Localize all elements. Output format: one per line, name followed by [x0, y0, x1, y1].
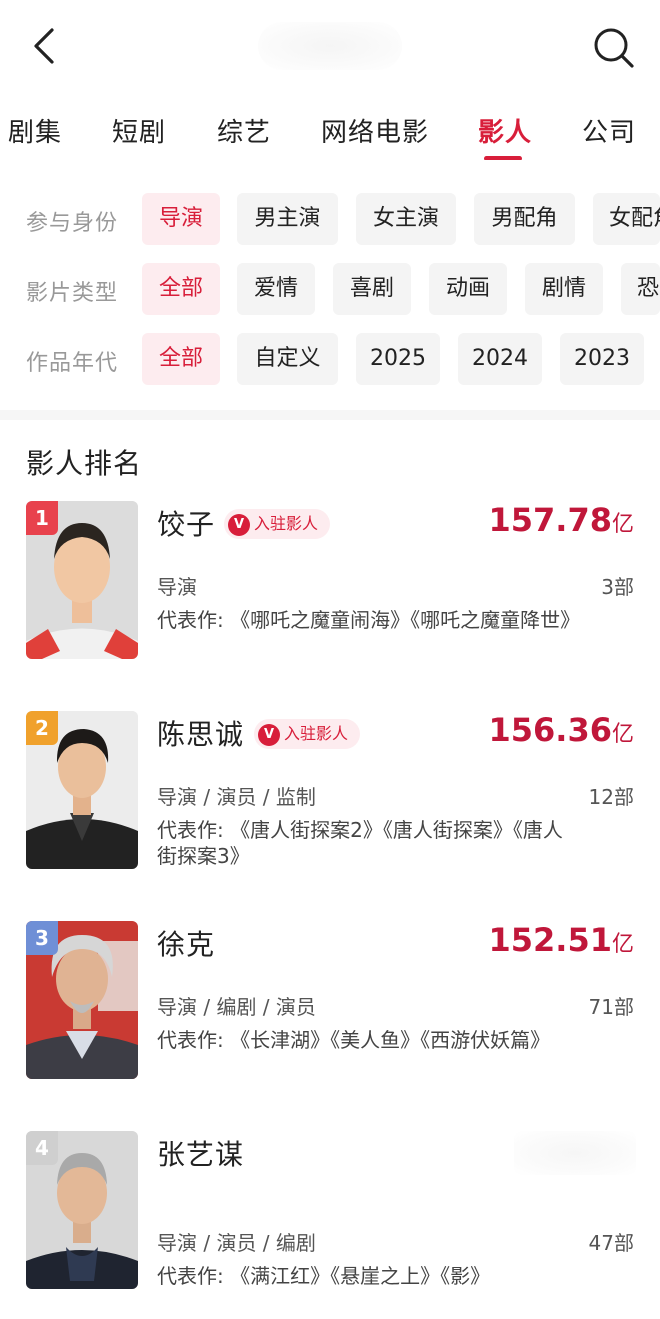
verified-icon: V: [258, 724, 280, 746]
filter-label: 参与身份: [26, 211, 119, 236]
filter-chip-lead-actress[interactable]: 女主演: [356, 193, 456, 245]
filter-chip-drama[interactable]: 剧情: [525, 263, 603, 315]
tab-series[interactable]: 剧集: [8, 112, 62, 149]
work-count: 47部: [588, 1231, 634, 1255]
tab-variety[interactable]: 综艺: [217, 112, 271, 149]
category-tabs: 剧集 短剧 综艺 网络电影 影人 公司: [0, 100, 660, 160]
person-name: 徐克: [157, 928, 216, 961]
person-roles: 导演 / 编剧 / 演员: [157, 995, 316, 1019]
person-name: 陈思诚: [157, 718, 245, 751]
filter-chip-2023[interactable]: 2023: [560, 333, 644, 385]
box-office-value: 156.36: [488, 711, 612, 749]
filter-chip-supporting-actor[interactable]: 男配角: [474, 193, 575, 245]
page-title-blurred: [258, 22, 402, 70]
filter-panel: 参与身份 导演 男主演 女主演 男配角 女配角 影片类型 全部 爱情 喜剧 动画…: [0, 190, 660, 400]
work-count: 71部: [588, 995, 634, 1019]
search-icon[interactable]: [590, 24, 636, 70]
filter-chip-custom[interactable]: 自定义: [237, 333, 338, 385]
filter-chip-horror[interactable]: 恐怖: [621, 263, 660, 315]
filter-chip-2024[interactable]: 2024: [458, 333, 542, 385]
rank-badge: 2: [26, 711, 58, 745]
filter-chip-all-years[interactable]: 全部: [142, 333, 220, 385]
person-name: 张艺谋: [157, 1138, 245, 1171]
person-name: 饺子: [157, 508, 216, 541]
filter-chip-animation[interactable]: 动画: [429, 263, 507, 315]
box-office-value: 157.78: [488, 501, 612, 539]
box-office: 152.51亿: [489, 921, 635, 959]
rank-badge: 4: [26, 1131, 58, 1165]
section-divider: [0, 410, 660, 420]
box-office: 156.36亿: [489, 711, 635, 749]
person-roles: 导演 / 演员 / 监制: [157, 785, 316, 809]
tab-short-drama[interactable]: 短剧: [112, 112, 166, 149]
filter-row-genre: 影片类型 全部 爱情 喜剧 动画 剧情 恐怖: [0, 263, 660, 317]
filter-chip-2025[interactable]: 2025: [356, 333, 440, 385]
verified-label: 入驻影人: [284, 724, 349, 743]
filter-label: 影片类型: [26, 281, 119, 306]
chevron-left-icon[interactable]: [26, 24, 66, 68]
verified-badge: V 入驻影人: [254, 719, 361, 749]
rank-badge: 1: [26, 501, 58, 535]
filter-chip-all[interactable]: 全部: [142, 263, 220, 315]
tab-web-movie[interactable]: 网络电影: [321, 112, 429, 149]
box-office-value: 152.51: [488, 921, 612, 959]
representative-works: 代表作: 《唐人街探案2》《唐人街探案》《唐人街探案3》: [157, 818, 563, 868]
verified-icon: V: [228, 514, 250, 536]
representative-works: 代表作: 《满江红》《悬崖之上》《影》: [157, 1264, 491, 1288]
box-office-unit: 亿: [611, 932, 634, 957]
ranking-item[interactable]: 3 徐克 152.51亿 导演 / 编剧 / 演员 71部 代表作: 《长津湖》…: [0, 921, 660, 1131]
filter-label: 作品年代: [26, 351, 119, 376]
box-office-unit: 亿: [611, 512, 634, 537]
box-office-unit: 亿: [611, 722, 634, 747]
filter-chip-supporting-actress[interactable]: 女配角: [593, 193, 660, 245]
tab-people[interactable]: 影人: [478, 112, 532, 149]
work-count: 3部: [601, 575, 634, 599]
ranking-item[interactable]: 4 张艺谋 导演 / 演员 / 编剧 47部 代表作: 《满江红》《悬崖之上》《…: [0, 1131, 660, 1319]
representative-works: 代表作: 《哪吒之魔童闹海》《哪吒之魔童降世》: [157, 608, 581, 632]
ranking-item[interactable]: 1 饺子 V 入驻影人 157.78亿 导演 3部 代表作: 《哪吒之魔童闹海》《…: [0, 501, 660, 711]
person-roles: 导演: [157, 575, 197, 599]
representative-works: 代表作: 《长津湖》《美人鱼》《西游伏妖篇》: [157, 1028, 551, 1052]
filter-chip-lead-actor[interactable]: 男主演: [237, 193, 338, 245]
filter-chip-director[interactable]: 导演: [142, 193, 220, 245]
section-title: 影人排名: [26, 447, 143, 480]
active-tab-indicator: [484, 156, 522, 160]
rank-badge: 3: [26, 921, 58, 955]
box-office-blurred: [514, 1131, 636, 1175]
verified-badge: V 入驻影人: [224, 509, 331, 539]
box-office: 157.78亿: [489, 501, 635, 539]
filter-chip-romance[interactable]: 爱情: [237, 263, 315, 315]
tab-company[interactable]: 公司: [582, 112, 636, 149]
person-roles: 导演 / 演员 / 编剧: [157, 1231, 316, 1255]
filter-chip-comedy[interactable]: 喜剧: [333, 263, 411, 315]
ranking-item[interactable]: 2 陈思诚 V 入驻影人 156.36亿 导演 / 演员 / 监制 12部 代表作…: [0, 711, 660, 921]
filter-row-year: 作品年代 全部 自定义 2025 2024 2023: [0, 333, 660, 387]
top-bar: [0, 0, 660, 95]
work-count: 12部: [588, 785, 634, 809]
verified-label: 入驻影人: [254, 514, 319, 533]
filter-row-role: 参与身份 导演 男主演 女主演 男配角 女配角: [0, 193, 660, 247]
